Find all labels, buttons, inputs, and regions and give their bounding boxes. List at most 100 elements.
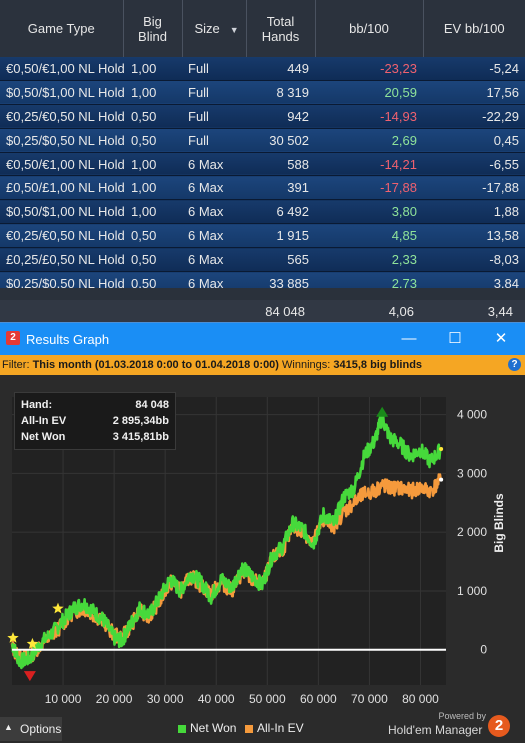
- cell-size: 6 Max: [182, 199, 246, 225]
- cell-size: Full: [182, 80, 246, 105]
- legend-swatch-all-in-ev: [245, 724, 253, 733]
- x-tick-label: 70 000: [351, 692, 388, 706]
- table-row[interactable]: £0,50/£1,00 NL Hold 1,00 6 Max 391 -17,88 -17…: [0, 175, 525, 201]
- cell-bb100: -23,23: [315, 57, 423, 81]
- cell-total-hands: 8 319: [246, 80, 315, 105]
- cell-size: Full: [182, 104, 246, 129]
- x-tick-label: 40 000: [198, 692, 235, 706]
- cell-bb100: 2,69: [315, 128, 423, 153]
- cell-game-type: £0,50/£1,00 NL Hold: [0, 175, 125, 201]
- table-row[interactable]: €0,50/€1,00 NL Hold 1,00 6 Max 588 -14,21 -6,…: [0, 152, 525, 177]
- total-bb100: 4,06: [388, 304, 414, 319]
- table-row[interactable]: €0,25/€0,50 NL Hold 0,50 6 Max 1 915 4,85 13,…: [0, 223, 525, 249]
- close-button[interactable]: ✕: [486, 328, 516, 350]
- hm2-app-icon: 2: [6, 331, 20, 345]
- table-row[interactable]: £0,25/£0,50 NL Hold 0,50 6 Max 565 2,33 -8,03: [0, 247, 525, 273]
- cell-ev-bb100: -6,55: [423, 152, 525, 177]
- info-allin-label: All-In EV: [21, 415, 67, 427]
- cell-ev-bb100: -17,88: [423, 175, 525, 201]
- results-graph-window: 2 Results Graph — ☐ ✕ Filter: This month…: [0, 322, 525, 743]
- window-titlebar[interactable]: 2 Results Graph — ☐ ✕: [0, 323, 525, 355]
- cell-ev-bb100: 1,88: [423, 199, 525, 225]
- minimize-button[interactable]: —: [394, 328, 424, 350]
- graph-bottom-bar: ▲ Options Net Won All-In EV Powered by H…: [0, 711, 525, 743]
- cell-ev-bb100: 17,56: [423, 80, 525, 105]
- stats-table: Game Type Big Blind Size ▼ Total Hands bb…: [0, 0, 525, 296]
- hm2-logo-icon: 2: [488, 715, 510, 737]
- powered-by-branding: Powered by Hold'em Manager: [388, 711, 498, 739]
- header-total-hands[interactable]: Total Hands: [246, 0, 316, 57]
- filter-text: Filter: This month (01.03.2018 0:00 to 0…: [2, 359, 422, 371]
- x-tick-label: 30 000: [147, 692, 184, 706]
- cell-total-hands: 565: [246, 247, 315, 273]
- cell-total-hands: 449: [246, 57, 315, 81]
- cell-game-type: €0,25/€0,50 NL Hold: [0, 223, 125, 249]
- legend-label-all-in-ev: All-In EV: [257, 721, 304, 735]
- cell-big-blind: 1,00: [123, 199, 182, 225]
- brand-name: Hold'em Manager: [388, 723, 483, 737]
- totals-row: 84 048 4,06 3,44: [0, 300, 525, 322]
- chevron-up-icon: ▲: [4, 722, 13, 732]
- table-row[interactable]: $0,50/$1,00 NL Hold 1,00 6 Max 6 492 3,80 1,8…: [0, 199, 525, 225]
- filter-prefix: Filter:: [2, 359, 30, 371]
- cell-size: 6 Max: [182, 175, 246, 201]
- header-size[interactable]: Size ▼: [182, 0, 247, 57]
- end-dot-all-in-ev: [439, 477, 444, 482]
- table-row[interactable]: €0,50/€1,00 NL Hold 1,00 Full 449 -23,23 -5,2…: [0, 57, 525, 81]
- help-icon[interactable]: ?: [508, 358, 521, 371]
- table-row[interactable]: €0,25/€0,50 NL Hold 0,50 Full 942 -14,93 -22,…: [0, 104, 525, 129]
- table-blank-row: [0, 288, 525, 300]
- legend-all-in-ev[interactable]: All-In EV: [245, 721, 304, 735]
- y-tick-label: 4 000: [457, 408, 487, 422]
- x-tick-label: 10 000: [45, 692, 82, 706]
- sort-desc-icon: ▼: [229, 25, 239, 35]
- cell-ev-bb100: 0,45: [423, 128, 525, 153]
- header-big-blind[interactable]: Big Blind: [123, 0, 183, 57]
- cell-bb100: 4,85: [315, 223, 423, 249]
- cell-total-hands: 1 915: [246, 223, 315, 249]
- filter-bar[interactable]: Filter: This month (01.03.2018 0:00 to 0…: [0, 355, 525, 375]
- cell-bb100: 3,80: [315, 199, 423, 225]
- cell-total-hands: 391: [246, 175, 315, 201]
- table-row[interactable]: $0,25/$0,50 NL Hold 0,50 Full 30 502 2,69 0,4…: [0, 128, 525, 153]
- cell-size: 6 Max: [182, 223, 246, 249]
- cell-size: Full: [182, 57, 246, 81]
- cell-size: 6 Max: [182, 152, 246, 177]
- header-ev-bb100[interactable]: EV bb/100: [423, 0, 525, 57]
- cell-ev-bb100: -22,29: [423, 104, 525, 129]
- x-tick-label: 50 000: [249, 692, 286, 706]
- y-tick-label: 1 000: [457, 584, 487, 598]
- cell-game-type: $0,25/$0,50 NL Hold: [0, 128, 125, 153]
- cell-ev-bb100: 13,58: [423, 223, 525, 249]
- cell-bb100: 20,59: [315, 80, 423, 105]
- y-axis-title: Big Blinds: [492, 493, 506, 553]
- cell-game-type: £0,25/£0,50 NL Hold: [0, 247, 125, 273]
- table-row[interactable]: $0,50/$1,00 NL Hold 1,00 Full 8 319 20,59 17,…: [0, 80, 525, 105]
- cell-bb100: -17,88: [315, 175, 423, 201]
- legend-swatch-net-won: [178, 724, 186, 733]
- cell-game-type: $0,50/$1,00 NL Hold: [0, 80, 125, 105]
- stats-table-panel: Game Type Big Blind Size ▼ Total Hands bb…: [0, 0, 525, 322]
- cell-game-type: $0,50/$1,00 NL Hold: [0, 199, 125, 225]
- hover-info-box: Hand: 84 048 All-In EV 2 895,34bb Net Wo…: [14, 392, 176, 450]
- maximize-button[interactable]: ☐: [440, 328, 470, 350]
- cell-total-hands: 942: [246, 104, 315, 129]
- powered-by-text: Powered by: [438, 711, 486, 721]
- filter-period: This month (01.03.2018 0:00 to 01.04.201…: [32, 359, 279, 371]
- x-tick-label: 60 000: [300, 692, 337, 706]
- y-tick-label: 2 000: [457, 525, 487, 539]
- winnings-label: Winnings:: [282, 359, 331, 371]
- header-bb100[interactable]: bb/100: [315, 0, 424, 57]
- options-label: Options: [20, 722, 62, 736]
- options-button[interactable]: ▲ Options: [0, 717, 62, 741]
- info-hand-label: Hand:: [21, 399, 53, 411]
- cell-total-hands: 30 502: [246, 128, 315, 153]
- y-tick-label: 3 000: [457, 466, 487, 480]
- cell-ev-bb100: -5,24: [423, 57, 525, 81]
- info-netwon-label: Net Won: [21, 431, 66, 443]
- cell-big-blind: 1,00: [123, 80, 182, 105]
- legend-net-won[interactable]: Net Won: [178, 721, 236, 735]
- header-game-type[interactable]: Game Type: [0, 0, 124, 57]
- cell-total-hands: 6 492: [246, 199, 315, 225]
- cell-big-blind: 0,50: [123, 247, 182, 273]
